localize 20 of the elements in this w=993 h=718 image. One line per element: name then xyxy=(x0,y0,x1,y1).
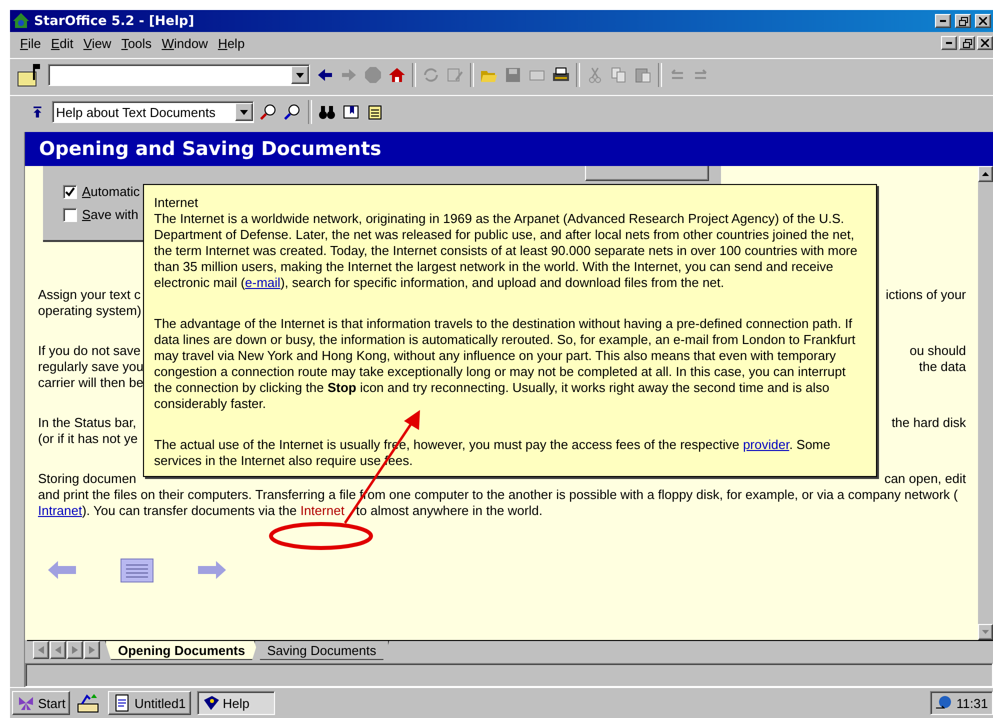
window-title: StarOffice 5.2 - [Help] xyxy=(34,14,196,28)
body-text: carrier will then be xyxy=(38,375,144,391)
body-text: the data xyxy=(919,359,966,375)
body-text: ictions of your xyxy=(886,287,966,303)
body-text: ou should xyxy=(910,343,966,359)
popup-paragraph: The advantage of the Internet is that information travels to the destination without having a pre-defined connection path. If data lines are down or busy, the information is automatically rerouted. So, for example, an e-mail from London to Frankfurt may travel via New York and Hong Kong, without any influence on your part. This also means that even with temporary congestion a connection route may take exceptionally long or may not be completed at all. In this case, you can interrupt the connection by clicking the Stop icon and try reconnecting. Usually, it works right away the second time and is also considerably faster. xyxy=(154,316,856,412)
body-text: regularly save you xyxy=(38,359,144,375)
page-heading: Opening and Saving Documents xyxy=(25,132,993,166)
body-text: In the Status bar, xyxy=(38,415,136,431)
body-text: can open, edit xyxy=(884,471,966,487)
body-text: (or if it has not ye xyxy=(38,431,138,447)
body-text: operating system) xyxy=(38,303,142,319)
body-text: Intranet). You can transfer documents via the Internet to almost anywhere in the world. xyxy=(38,503,542,519)
clock: 11:31 xyxy=(956,696,988,710)
body-text: Storing documen xyxy=(38,471,136,487)
body-text: Assign your text c xyxy=(38,287,141,303)
body-text: If you do not save xyxy=(38,343,141,359)
popup-paragraph: The Internet is a worldwide network, originating in 1969 as the Arpanet (Advanced Research Project Agency) of the U.S. Department of Defense. Later, the net was released for public use, and after local nets from other countries joined the net, the term Internet was created. Today, the Internet consists of at least 90.000 separate nets in over 100 countries with more than 35 million users, making the Internet the largest network in the world. With the Internet, you can send and receive electronic mail (e-mail), search for specific information, and upload and download files from the net. xyxy=(154,211,858,291)
popup-title: Internet xyxy=(154,195,200,211)
body-text: the hard disk xyxy=(892,415,966,431)
